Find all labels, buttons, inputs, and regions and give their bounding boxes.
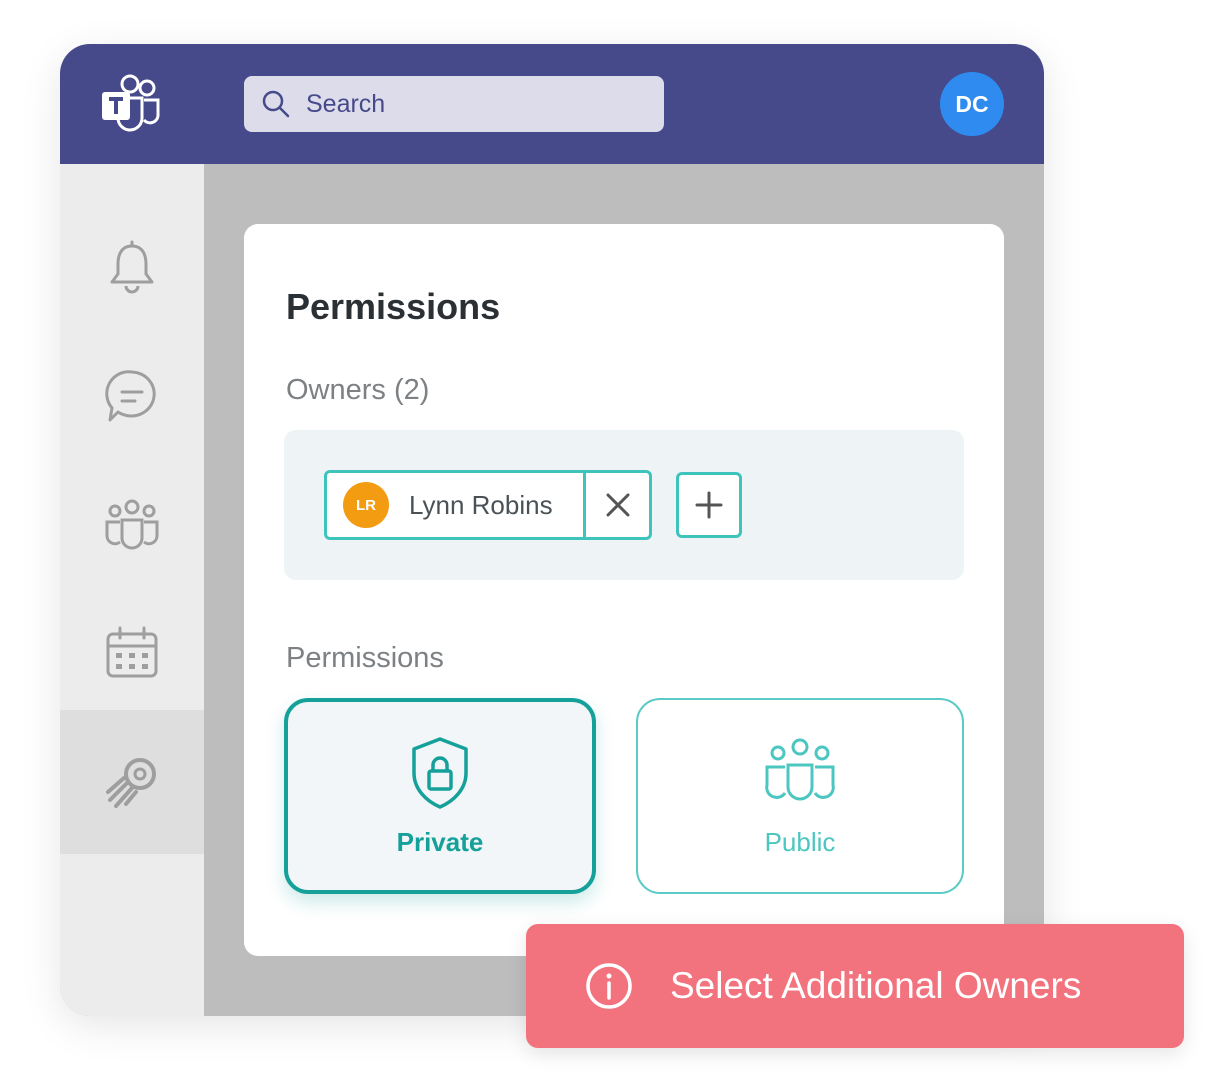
sidebar-item-app[interactable] <box>60 710 204 854</box>
search-icon <box>262 90 290 118</box>
remove-owner-button[interactable] <box>583 473 649 537</box>
permission-option-public[interactable]: Public <box>636 698 964 894</box>
teams-logo-icon[interactable] <box>100 74 164 134</box>
toast-message: Select Additional Owners <box>670 965 1082 1006</box>
calendar-icon <box>106 626 158 678</box>
plus-icon <box>695 491 723 519</box>
sidebar <box>60 164 204 1016</box>
owners-list: LR Lynn Robins <box>284 430 964 580</box>
permission-option-label: Private <box>396 826 484 857</box>
app-window: DC <box>60 44 1044 1016</box>
owners-label: Owners (2) <box>286 374 430 406</box>
close-icon <box>606 493 629 517</box>
add-owner-button[interactable] <box>676 472 742 538</box>
sidebar-item-chat[interactable] <box>60 332 204 460</box>
chat-icon <box>105 370 156 422</box>
info-icon <box>586 963 632 1009</box>
page-title: Permissions <box>286 286 501 327</box>
sidebar-item-activity[interactable] <box>60 204 204 332</box>
search-input[interactable] <box>306 89 626 119</box>
sidebar-item-calendar[interactable] <box>60 588 204 716</box>
group-icon <box>765 738 835 800</box>
teams-icon <box>105 499 159 550</box>
owner-name: Lynn Robins <box>409 489 553 520</box>
permission-option-label: Public <box>764 826 836 857</box>
permissions-card: Permissions Owners (2) LR Lynn Robins Pe… <box>244 224 1004 956</box>
app-logo-icon <box>106 758 156 808</box>
top-bar: DC <box>60 44 1044 164</box>
permission-option-private[interactable]: Private <box>284 698 596 894</box>
sidebar-item-teams[interactable] <box>60 460 204 588</box>
search-bar[interactable] <box>244 76 664 132</box>
owner-avatar: LR <box>343 482 389 528</box>
permissions-label: Permissions <box>286 642 444 674</box>
owner-chip: LR Lynn Robins <box>324 470 652 540</box>
shield-lock-icon <box>412 736 468 809</box>
bell-icon <box>110 240 154 294</box>
user-avatar[interactable]: DC <box>940 72 1004 136</box>
notification-toast[interactable]: Select Additional Owners <box>526 924 1184 1048</box>
